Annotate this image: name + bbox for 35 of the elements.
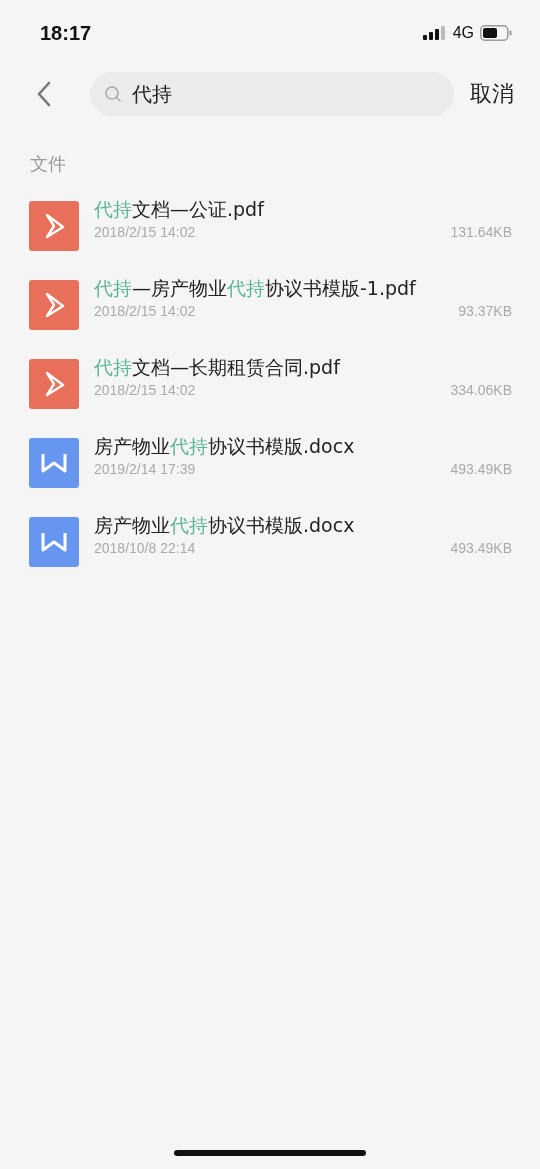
- file-name: 代持文档—公证.pdf: [94, 197, 266, 222]
- file-date: 2019/2/14 17:39: [94, 461, 196, 477]
- search-icon: [104, 85, 122, 103]
- back-icon[interactable]: [36, 81, 52, 107]
- section-title: 文件: [29, 152, 67, 176]
- battery-icon: [480, 25, 512, 41]
- status-time: 18:17: [40, 21, 92, 45]
- cancel-button[interactable]: 取消: [470, 79, 514, 109]
- word-file-icon: [29, 438, 79, 488]
- signal-icon: [422, 26, 447, 40]
- file-item[interactable]: 房产物业代持协议书模版.docx 2018/10/8 22:14 493.49KB: [0, 512, 540, 591]
- file-name: 代持文档—长期租赁合同.pdf: [94, 355, 342, 380]
- file-date: 2018/2/15 14:02: [94, 224, 196, 240]
- file-date: 2018/10/8 22:14: [94, 540, 196, 556]
- file-size: 334.06KB: [450, 382, 512, 398]
- file-item[interactable]: 代持文档—公证.pdf 2018/2/15 14:02 131.64KB: [0, 196, 540, 275]
- file-item[interactable]: 房产物业代持协议书模版.docx 2019/2/14 17:39 493.49KB: [0, 433, 540, 512]
- search-field[interactable]: 代持: [90, 72, 454, 116]
- file-date: 2018/2/15 14:02: [94, 382, 196, 398]
- pdf-file-icon: [29, 201, 79, 251]
- file-item[interactable]: 代持—房产物业代持协议书模版-1.pdf 2018/2/15 14:02 93.37KB: [0, 275, 540, 354]
- word-file-icon: [29, 517, 79, 567]
- file-size: 131.64KB: [450, 224, 512, 240]
- file-size: 93.37KB: [458, 303, 512, 319]
- file-item[interactable]: 代持文档—长期租赁合同.pdf 2018/2/15 14:02 334.06KB: [0, 354, 540, 433]
- network-label: 4G: [452, 24, 474, 42]
- file-name: 房产物业代持协议书模版.docx: [94, 513, 356, 538]
- file-size: 493.49KB: [450, 461, 512, 477]
- search-query: 代持: [132, 80, 172, 108]
- pdf-file-icon: [29, 359, 79, 409]
- file-name: 房产物业代持协议书模版.docx: [94, 434, 356, 459]
- pdf-file-icon: [29, 280, 79, 330]
- file-name: 代持—房产物业代持协议书模版-1.pdf: [94, 276, 417, 301]
- file-date: 2018/2/15 14:02: [94, 303, 196, 319]
- file-size: 493.49KB: [450, 540, 512, 556]
